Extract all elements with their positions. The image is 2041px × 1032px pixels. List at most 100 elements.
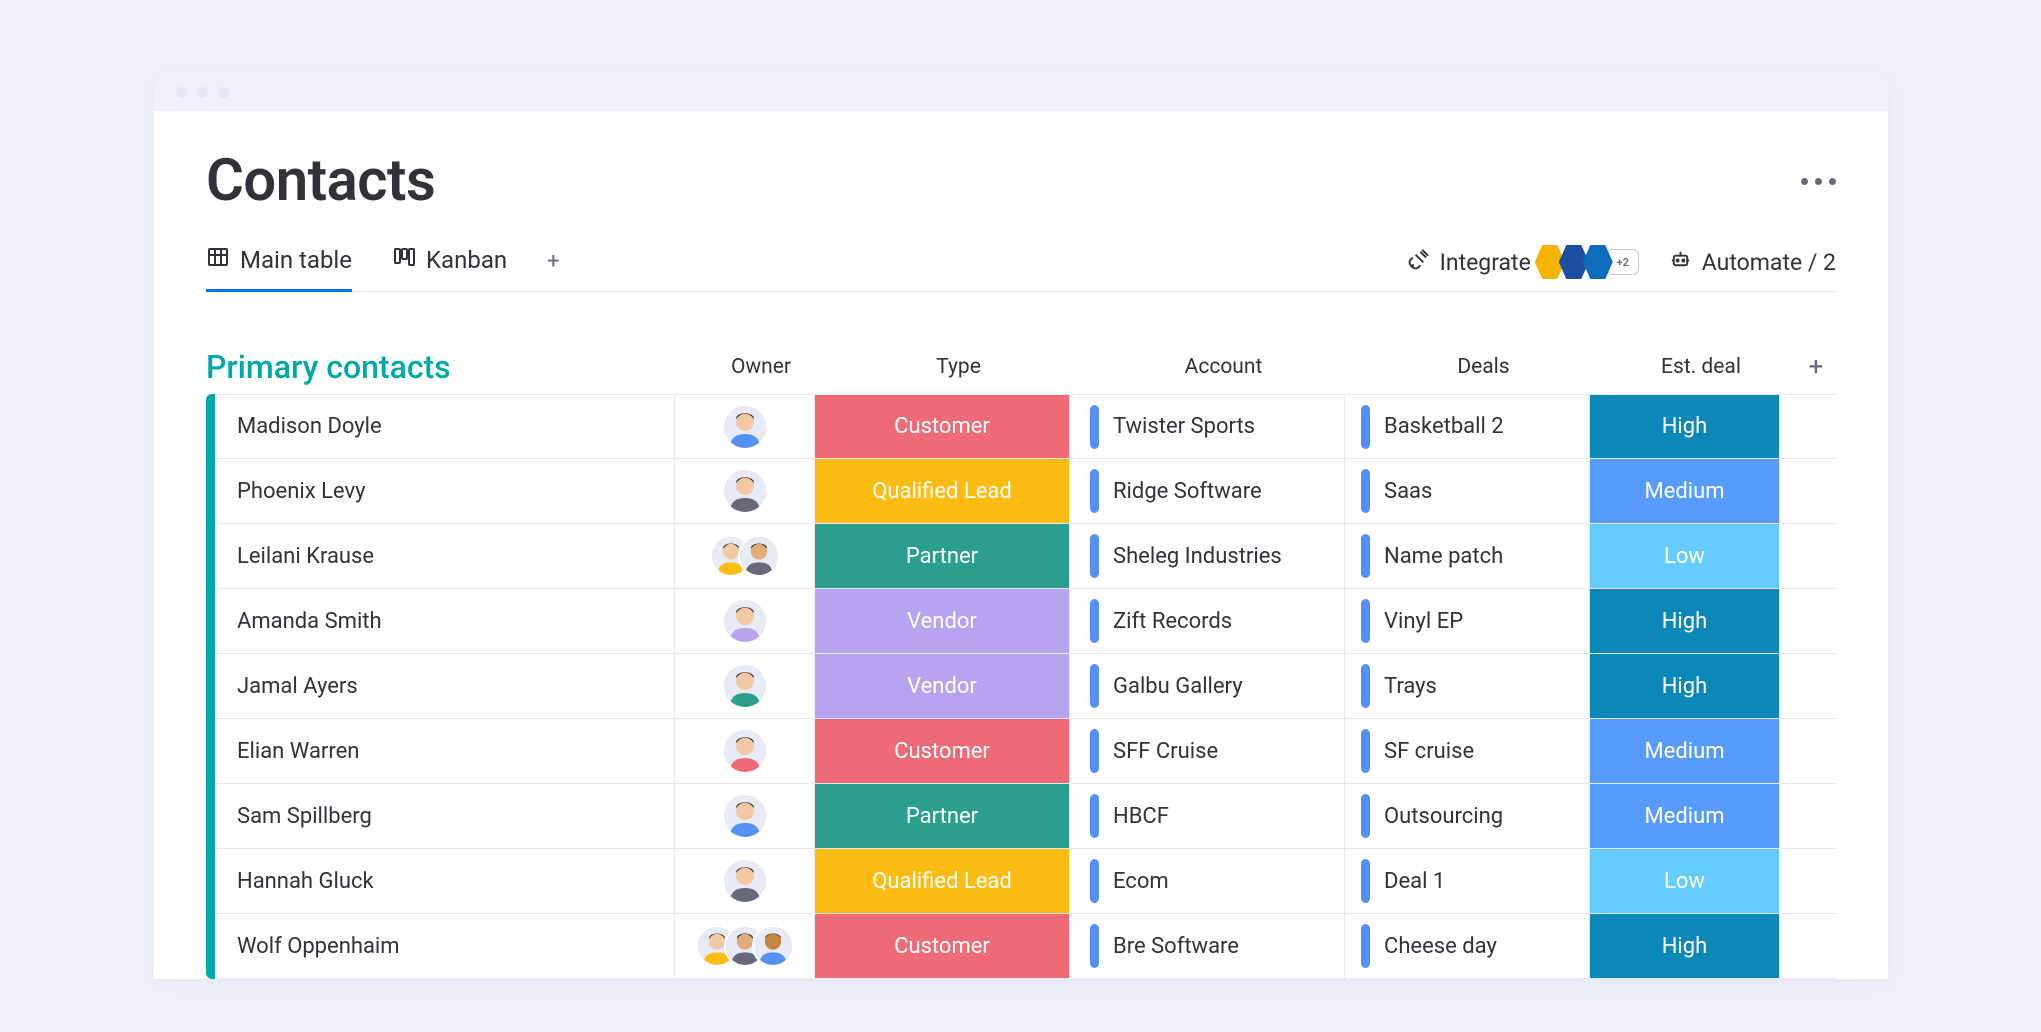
more-menu-button[interactable] xyxy=(1801,178,1836,185)
cell-owner[interactable] xyxy=(675,654,815,718)
link-indicator-icon xyxy=(1090,924,1099,968)
avatar xyxy=(724,600,766,642)
cell-deals[interactable]: Outsourcing xyxy=(1345,784,1590,848)
cell-owner[interactable] xyxy=(675,719,815,783)
account-label: Galbu Gallery xyxy=(1113,674,1243,699)
cell-est-deal[interactable]: Medium xyxy=(1590,784,1780,848)
column-header-owner[interactable]: Owner xyxy=(691,355,831,379)
cell-type[interactable]: Partner xyxy=(815,524,1070,588)
cell-account[interactable]: Ecom xyxy=(1070,849,1345,913)
deal-label: Trays xyxy=(1384,674,1437,699)
avatar xyxy=(724,795,766,837)
column-header-account[interactable]: Account xyxy=(1086,355,1361,379)
cell-name[interactable]: Leilani Krause xyxy=(215,524,675,588)
group-title[interactable]: Primary contacts xyxy=(206,348,451,386)
add-column-button[interactable]: + xyxy=(1796,352,1836,382)
account-label: Sheleg Industries xyxy=(1113,544,1282,569)
cell-trailing xyxy=(1780,654,1836,718)
cell-deals[interactable]: Vinyl EP xyxy=(1345,589,1590,653)
table-row[interactable]: Leilani Krause Partner Sheleg Industries Na… xyxy=(215,524,1836,589)
cell-type[interactable]: Customer xyxy=(815,395,1070,458)
cell-type[interactable]: Qualified Lead xyxy=(815,849,1070,913)
cell-name[interactable]: Phoenix Levy xyxy=(215,459,675,523)
cell-owner[interactable] xyxy=(675,914,815,978)
tab-main-table[interactable]: Main table xyxy=(206,245,352,292)
cell-type[interactable]: Vendor xyxy=(815,654,1070,718)
cell-deals[interactable]: SF cruise xyxy=(1345,719,1590,783)
table-row[interactable]: Wolf Oppenhaim CustomerBre SoftwareCheese… xyxy=(215,914,1836,979)
table-row[interactable]: Elian Warren CustomerSFF CruiseSF cruiseM… xyxy=(215,719,1836,784)
cell-deals[interactable]: Saas xyxy=(1345,459,1590,523)
cell-name[interactable]: Amanda Smith xyxy=(215,589,675,653)
cell-type[interactable]: Partner xyxy=(815,784,1070,848)
cell-owner[interactable] xyxy=(675,784,815,848)
cell-deals[interactable]: Name patch xyxy=(1345,524,1590,588)
cell-est-deal[interactable]: Medium xyxy=(1590,459,1780,523)
cell-account[interactable]: Sheleg Industries xyxy=(1070,524,1345,588)
cell-name[interactable]: Madison Doyle xyxy=(215,395,675,458)
cell-account[interactable]: Ridge Software xyxy=(1070,459,1345,523)
automate-label: Automate / 2 xyxy=(1702,249,1836,276)
cell-name[interactable]: Wolf Oppenhaim xyxy=(215,914,675,978)
table-row[interactable]: Jamal Ayers Vendor Galbu Gallery Trays High xyxy=(215,654,1836,719)
cell-account[interactable]: SFF Cruise xyxy=(1070,719,1345,783)
integration-badges: +2 xyxy=(1541,245,1639,279)
cell-account[interactable]: Bre Software xyxy=(1070,914,1345,978)
cell-deals[interactable]: Trays xyxy=(1345,654,1590,718)
cell-type[interactable]: Customer xyxy=(815,914,1070,978)
cell-owner[interactable] xyxy=(675,459,815,523)
tab-label: Main table xyxy=(240,246,352,274)
cell-deals[interactable]: Basketball 2 xyxy=(1345,395,1590,458)
integrate-button[interactable]: Integrate +2 xyxy=(1407,245,1639,279)
cell-name[interactable]: Hannah Gluck xyxy=(215,849,675,913)
cell-name[interactable]: Sam Spillberg xyxy=(215,784,675,848)
cell-est-deal[interactable]: High xyxy=(1590,589,1780,653)
account-label: Ecom xyxy=(1113,869,1169,894)
cell-est-deal[interactable]: Medium xyxy=(1590,719,1780,783)
cell-est-deal[interactable]: High xyxy=(1590,395,1780,458)
cell-deals[interactable]: Cheese day xyxy=(1345,914,1590,978)
automate-button[interactable]: Automate / 2 xyxy=(1669,248,1836,277)
table-icon xyxy=(206,245,230,275)
link-indicator-icon xyxy=(1361,924,1370,968)
table-row[interactable]: Madison Doyle CustomerTwister SportsBaske… xyxy=(215,394,1836,459)
link-indicator-icon xyxy=(1361,599,1370,643)
cell-account[interactable]: Zift Records xyxy=(1070,589,1345,653)
cell-est-deal[interactable]: High xyxy=(1590,654,1780,718)
column-header-deals[interactable]: Deals xyxy=(1361,355,1606,379)
link-indicator-icon xyxy=(1090,794,1099,838)
link-indicator-icon xyxy=(1090,859,1099,903)
cell-est-deal[interactable]: Low xyxy=(1590,524,1780,588)
table-row[interactable]: Amanda Smith VendorZift RecordsVinyl EPHi… xyxy=(215,589,1836,654)
table-row[interactable]: Hannah Gluck Qualified Lead Ecom Deal 1Low xyxy=(215,849,1836,914)
link-indicator-icon xyxy=(1090,469,1099,513)
column-headers: Owner Type Account Deals Est. deal + xyxy=(691,352,1836,382)
cell-trailing xyxy=(1780,459,1836,523)
link-indicator-icon xyxy=(1361,794,1370,838)
table-row[interactable]: Phoenix Levy Qualified LeadRidge Software… xyxy=(215,459,1836,524)
cell-account[interactable]: Galbu Gallery xyxy=(1070,654,1345,718)
cell-owner[interactable] xyxy=(675,849,815,913)
cell-owner[interactable] xyxy=(675,395,815,458)
cell-type[interactable]: Qualified Lead xyxy=(815,459,1070,523)
column-header-est-deal[interactable]: Est. deal xyxy=(1606,355,1796,379)
cell-name[interactable]: Elian Warren xyxy=(215,719,675,783)
avatar xyxy=(724,470,766,512)
link-indicator-icon xyxy=(1361,469,1370,513)
cell-account[interactable]: HBCF xyxy=(1070,784,1345,848)
cell-type[interactable]: Customer xyxy=(815,719,1070,783)
cell-owner[interactable] xyxy=(675,524,815,588)
column-header-type[interactable]: Type xyxy=(831,355,1086,379)
cell-est-deal[interactable]: Low xyxy=(1590,849,1780,913)
cell-type[interactable]: Vendor xyxy=(815,589,1070,653)
link-indicator-icon xyxy=(1090,599,1099,643)
cell-account[interactable]: Twister Sports xyxy=(1070,395,1345,458)
tab-kanban[interactable]: Kanban xyxy=(392,245,507,292)
contacts-table: Madison DoyleCustomerTwister SportsBaske… xyxy=(215,394,1836,979)
table-row[interactable]: Sam Spillberg PartnerHBCFOutsourcingMediu… xyxy=(215,784,1836,849)
cell-deals[interactable]: Deal 1 xyxy=(1345,849,1590,913)
cell-name[interactable]: Jamal Ayers xyxy=(215,654,675,718)
add-view-button[interactable]: + xyxy=(547,249,559,288)
cell-est-deal[interactable]: High xyxy=(1590,914,1780,978)
cell-owner[interactable] xyxy=(675,589,815,653)
